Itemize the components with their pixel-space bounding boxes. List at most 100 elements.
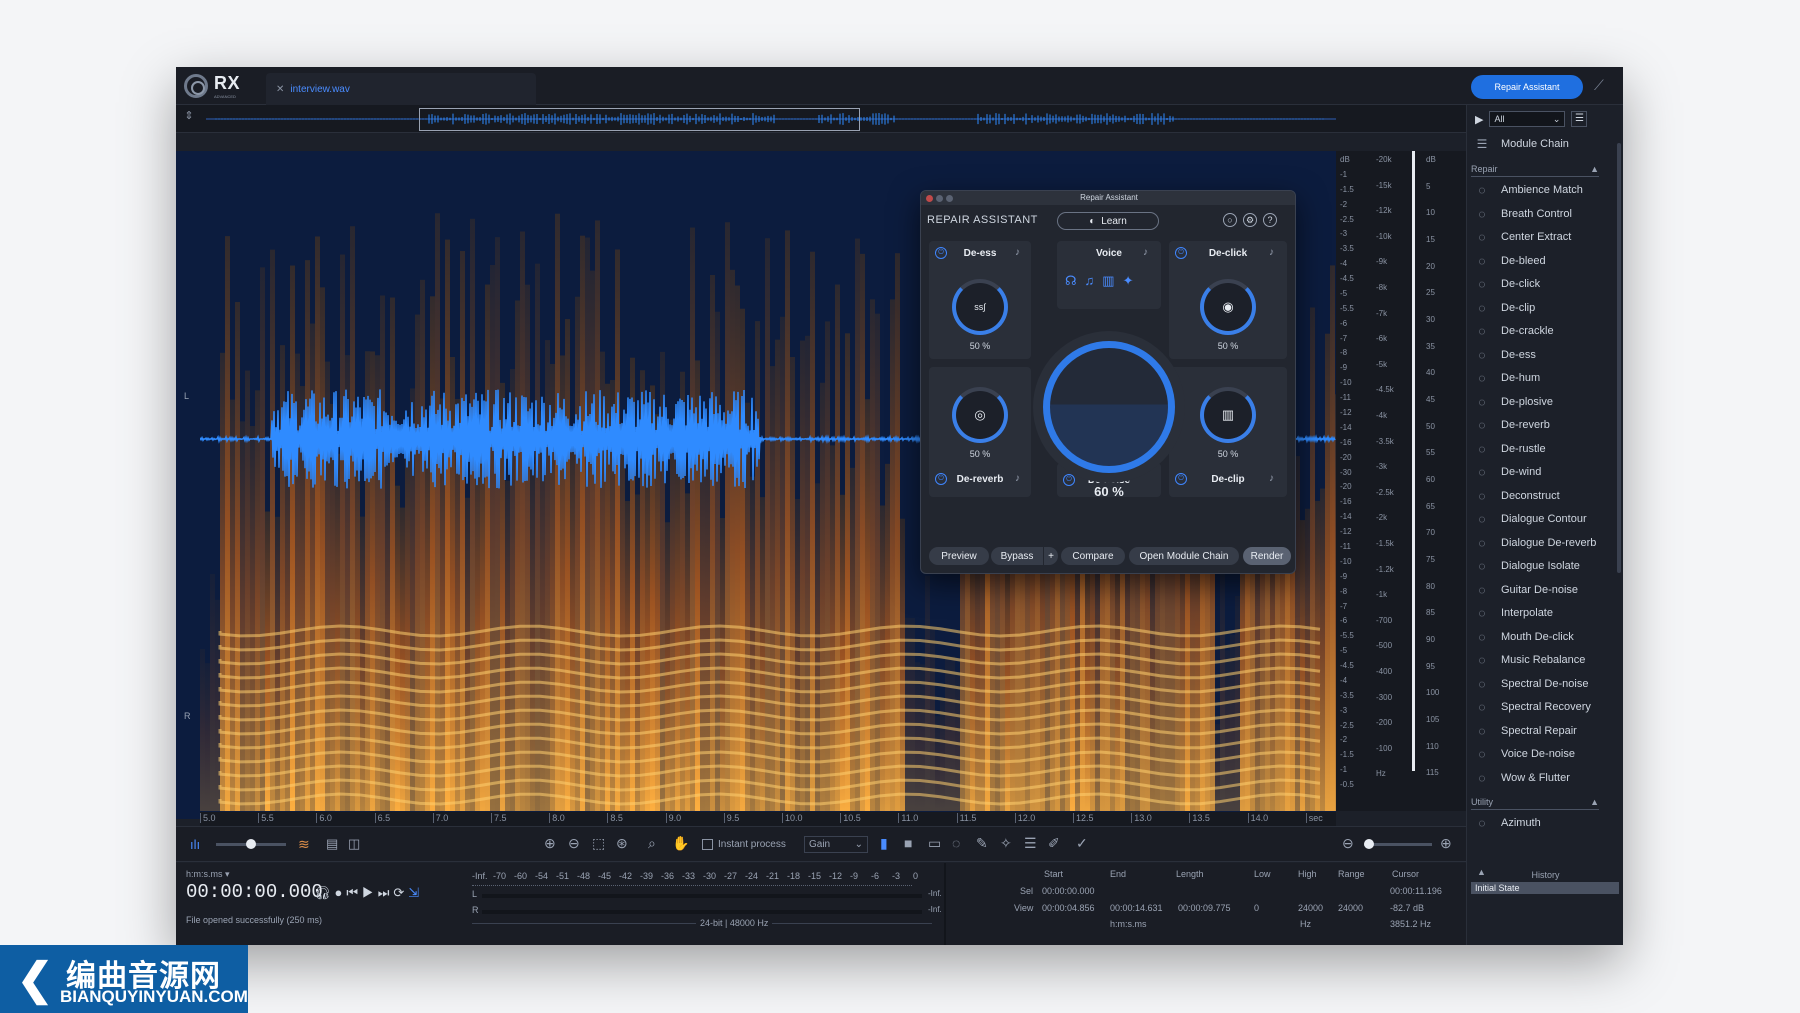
instrument-icon[interactable]: ▥ bbox=[1102, 273, 1122, 288]
module-item[interactable]: ◌ De-wind bbox=[1473, 461, 1613, 483]
module-item[interactable]: ◌ Dialogue De-reverb bbox=[1473, 532, 1613, 554]
module-item[interactable]: ◌ Interpolate bbox=[1473, 602, 1613, 624]
de-click-knob[interactable]: ◉ bbox=[1200, 279, 1256, 335]
module-item[interactable]: ◌ De-plosive bbox=[1473, 391, 1613, 413]
learn-button[interactable]: ◐ Learn bbox=[1057, 212, 1159, 230]
view-range[interactable]: 24000 bbox=[1338, 903, 1363, 913]
de-reverb-card[interactable]: ◎ 50 % ⏻ De-reverb ♪ bbox=[929, 367, 1031, 497]
module-item[interactable]: ◌ Center Extract bbox=[1473, 226, 1613, 248]
freq-zoom-thumb[interactable] bbox=[1364, 839, 1374, 849]
module-item[interactable]: ◌ De-ess bbox=[1473, 344, 1613, 366]
brush-icon[interactable]: ✎ bbox=[976, 835, 988, 852]
repair-assistant-titlebar[interactable]: Repair Assistant bbox=[921, 191, 1295, 205]
listen-icon[interactable]: ♪ bbox=[1015, 247, 1025, 259]
module-item[interactable]: ◌ Music Rebalance bbox=[1473, 649, 1613, 671]
play-module-icon[interactable]: ▶ bbox=[1475, 113, 1483, 126]
izotope-icon[interactable]: ⟋ bbox=[1594, 77, 1614, 97]
de-reverb-knob[interactable]: ◎ bbox=[952, 387, 1008, 443]
module-item[interactable]: ◌ De-hum bbox=[1473, 367, 1613, 389]
loop-icon[interactable]: ⟳ bbox=[393, 885, 408, 900]
close-window-icon[interactable] bbox=[926, 195, 933, 202]
repair-section-header[interactable]: Repair ▲ bbox=[1471, 161, 1599, 177]
module-item[interactable]: ◌ De-reverb bbox=[1473, 414, 1613, 436]
module-item[interactable]: ◌ Mouth De-click bbox=[1473, 626, 1613, 648]
module-item[interactable]: ◌ Dialogue Isolate bbox=[1473, 555, 1613, 577]
voice-icon[interactable]: ☊ bbox=[1065, 273, 1085, 288]
module-item[interactable]: ◌ De-rustle bbox=[1473, 438, 1613, 460]
play-selection-icon[interactable]: ⏭︎ bbox=[378, 885, 394, 900]
module-item[interactable]: ◌ Dialogue Contour bbox=[1473, 508, 1613, 530]
voice-amount-knob[interactable] bbox=[1033, 331, 1185, 483]
level-scale[interactable]: dB 5 10 15 20 25 30 35 40 45 50 55 60 65 70 75 80 85 90 95 1… bbox=[1412, 151, 1466, 811]
utility-section-header[interactable]: Utility ▲ bbox=[1471, 794, 1599, 810]
feedback-icon[interactable]: ○ bbox=[1223, 213, 1237, 227]
module-item[interactable]: ◌ Guitar De-noise bbox=[1473, 579, 1613, 601]
zoom-out-icon[interactable]: ⊖ bbox=[568, 835, 580, 852]
sparkle-icon[interactable]: ✦ bbox=[1123, 273, 1142, 288]
opacity-slider[interactable] bbox=[216, 839, 286, 849]
module-item[interactable]: ◌ Voice De-noise bbox=[1473, 743, 1613, 765]
bypass-button[interactable]: Bypass bbox=[991, 547, 1043, 565]
view-start[interactable]: 00:00:04.856 bbox=[1042, 903, 1095, 913]
zoom-in-freq-icon[interactable]: ⊕ bbox=[1440, 835, 1452, 852]
module-item[interactable]: ◌ Ambience Match bbox=[1473, 179, 1613, 201]
view-end[interactable]: 00:00:14.631 bbox=[1110, 903, 1163, 913]
minimize-window-icon[interactable] bbox=[936, 195, 943, 202]
music-icon[interactable]: ♫ bbox=[1085, 273, 1103, 288]
module-filter-select[interactable]: All ⌄ bbox=[1489, 111, 1566, 127]
zoom-selection-icon[interactable]: ⬚ bbox=[592, 835, 605, 852]
bypass-add-button[interactable]: + bbox=[1044, 547, 1058, 565]
time-selection-icon[interactable]: ▮ bbox=[880, 835, 888, 852]
zoom-tool-icon[interactable]: ⌕ bbox=[648, 835, 656, 852]
file-tab[interactable]: ✕ interview.wav bbox=[266, 73, 536, 105]
time-format-select[interactable]: h:m:s.ms ▾ bbox=[186, 869, 230, 880]
headphones-icon[interactable]: 🎧︎ bbox=[314, 885, 335, 900]
repair-assistant-button[interactable]: Repair Assistant bbox=[1471, 75, 1583, 99]
gain-select[interactable]: Gain ⌄ bbox=[804, 836, 868, 853]
zoom-window-icon[interactable] bbox=[946, 195, 953, 202]
play-icon[interactable]: ▶︎ bbox=[362, 885, 378, 900]
module-item[interactable]: ◌ De-click bbox=[1473, 273, 1613, 295]
follow-playhead-icon[interactable]: ⇲ bbox=[408, 885, 423, 900]
magic-wand-icon[interactable]: ✧ bbox=[1000, 835, 1012, 852]
instant-process-checkbox[interactable] bbox=[702, 839, 713, 850]
module-item[interactable]: ◌ Spectral Repair bbox=[1473, 720, 1613, 742]
module-chain-item[interactable]: ☰ Module Chain bbox=[1473, 133, 1613, 155]
preview-button[interactable]: Preview bbox=[929, 547, 989, 565]
module-list-scrollbar[interactable] bbox=[1617, 143, 1621, 573]
help-icon[interactable]: ? bbox=[1263, 213, 1277, 227]
waveform-select-icon[interactable]: ✓ bbox=[1076, 835, 1088, 852]
history-item[interactable]: Initial State bbox=[1471, 882, 1619, 894]
zoom-full-icon[interactable]: ⊛ bbox=[616, 835, 628, 852]
view-high[interactable]: 24000 bbox=[1298, 903, 1323, 913]
render-button[interactable]: Render bbox=[1243, 547, 1291, 565]
de-clip-knob[interactable]: ▥ bbox=[1200, 387, 1256, 443]
module-item[interactable]: ◌ Spectral De-noise bbox=[1473, 673, 1613, 695]
view-length[interactable]: 00:00:09.775 bbox=[1178, 903, 1231, 913]
module-item[interactable]: ◌ De-clip bbox=[1473, 297, 1613, 319]
time-ruler[interactable]: 5.0 5.5 6.0 6.5 7.0 7.5 8.0 8.5 9.0 9.5 10.0 10.5 11… bbox=[200, 812, 1336, 826]
list-menu-icon[interactable]: ☰ bbox=[1571, 111, 1588, 127]
pencil-icon[interactable]: ✐ bbox=[1048, 835, 1060, 852]
module-item[interactable]: ◌ De-bleed bbox=[1473, 250, 1613, 272]
de-click-card[interactable]: ⏻ De-click ♪ ◉ 50 % bbox=[1169, 241, 1287, 359]
markers-icon[interactable]: ▤ bbox=[326, 836, 338, 852]
lasso-icon[interactable]: ◌ bbox=[952, 835, 960, 851]
module-item[interactable]: ◌ Azimuth bbox=[1473, 812, 1613, 834]
comments-icon[interactable]: ◫ bbox=[348, 836, 360, 852]
gear-icon[interactable]: ⚙ bbox=[1243, 213, 1257, 227]
sel-start[interactable]: 00:00:00.000 bbox=[1042, 886, 1095, 896]
close-tab-icon[interactable]: ✕ bbox=[276, 84, 284, 95]
module-item[interactable]: ◌ De-crackle bbox=[1473, 320, 1613, 342]
record-icon[interactable]: ● bbox=[335, 885, 347, 900]
opacity-slider-thumb[interactable] bbox=[246, 839, 256, 849]
de-ess-card[interactable]: ⏻ De-ess ♪ ss∫ 50 % bbox=[929, 241, 1031, 359]
previous-icon[interactable]: ⏮︎ bbox=[346, 885, 362, 900]
hand-tool-icon[interactable]: ✋ bbox=[672, 835, 689, 852]
zoom-in-icon[interactable]: ⊕ bbox=[544, 835, 556, 852]
waveform-toggle-icon[interactable]: ılı bbox=[190, 837, 200, 852]
listen-icon[interactable]: ♪ bbox=[1269, 247, 1279, 259]
module-item[interactable]: ◌ Breath Control bbox=[1473, 203, 1613, 225]
de-clip-card[interactable]: ▥ 50 % ⏻ De-clip ♪ bbox=[1169, 367, 1287, 497]
time-frequency-selection-icon[interactable]: ▭ bbox=[928, 835, 941, 852]
